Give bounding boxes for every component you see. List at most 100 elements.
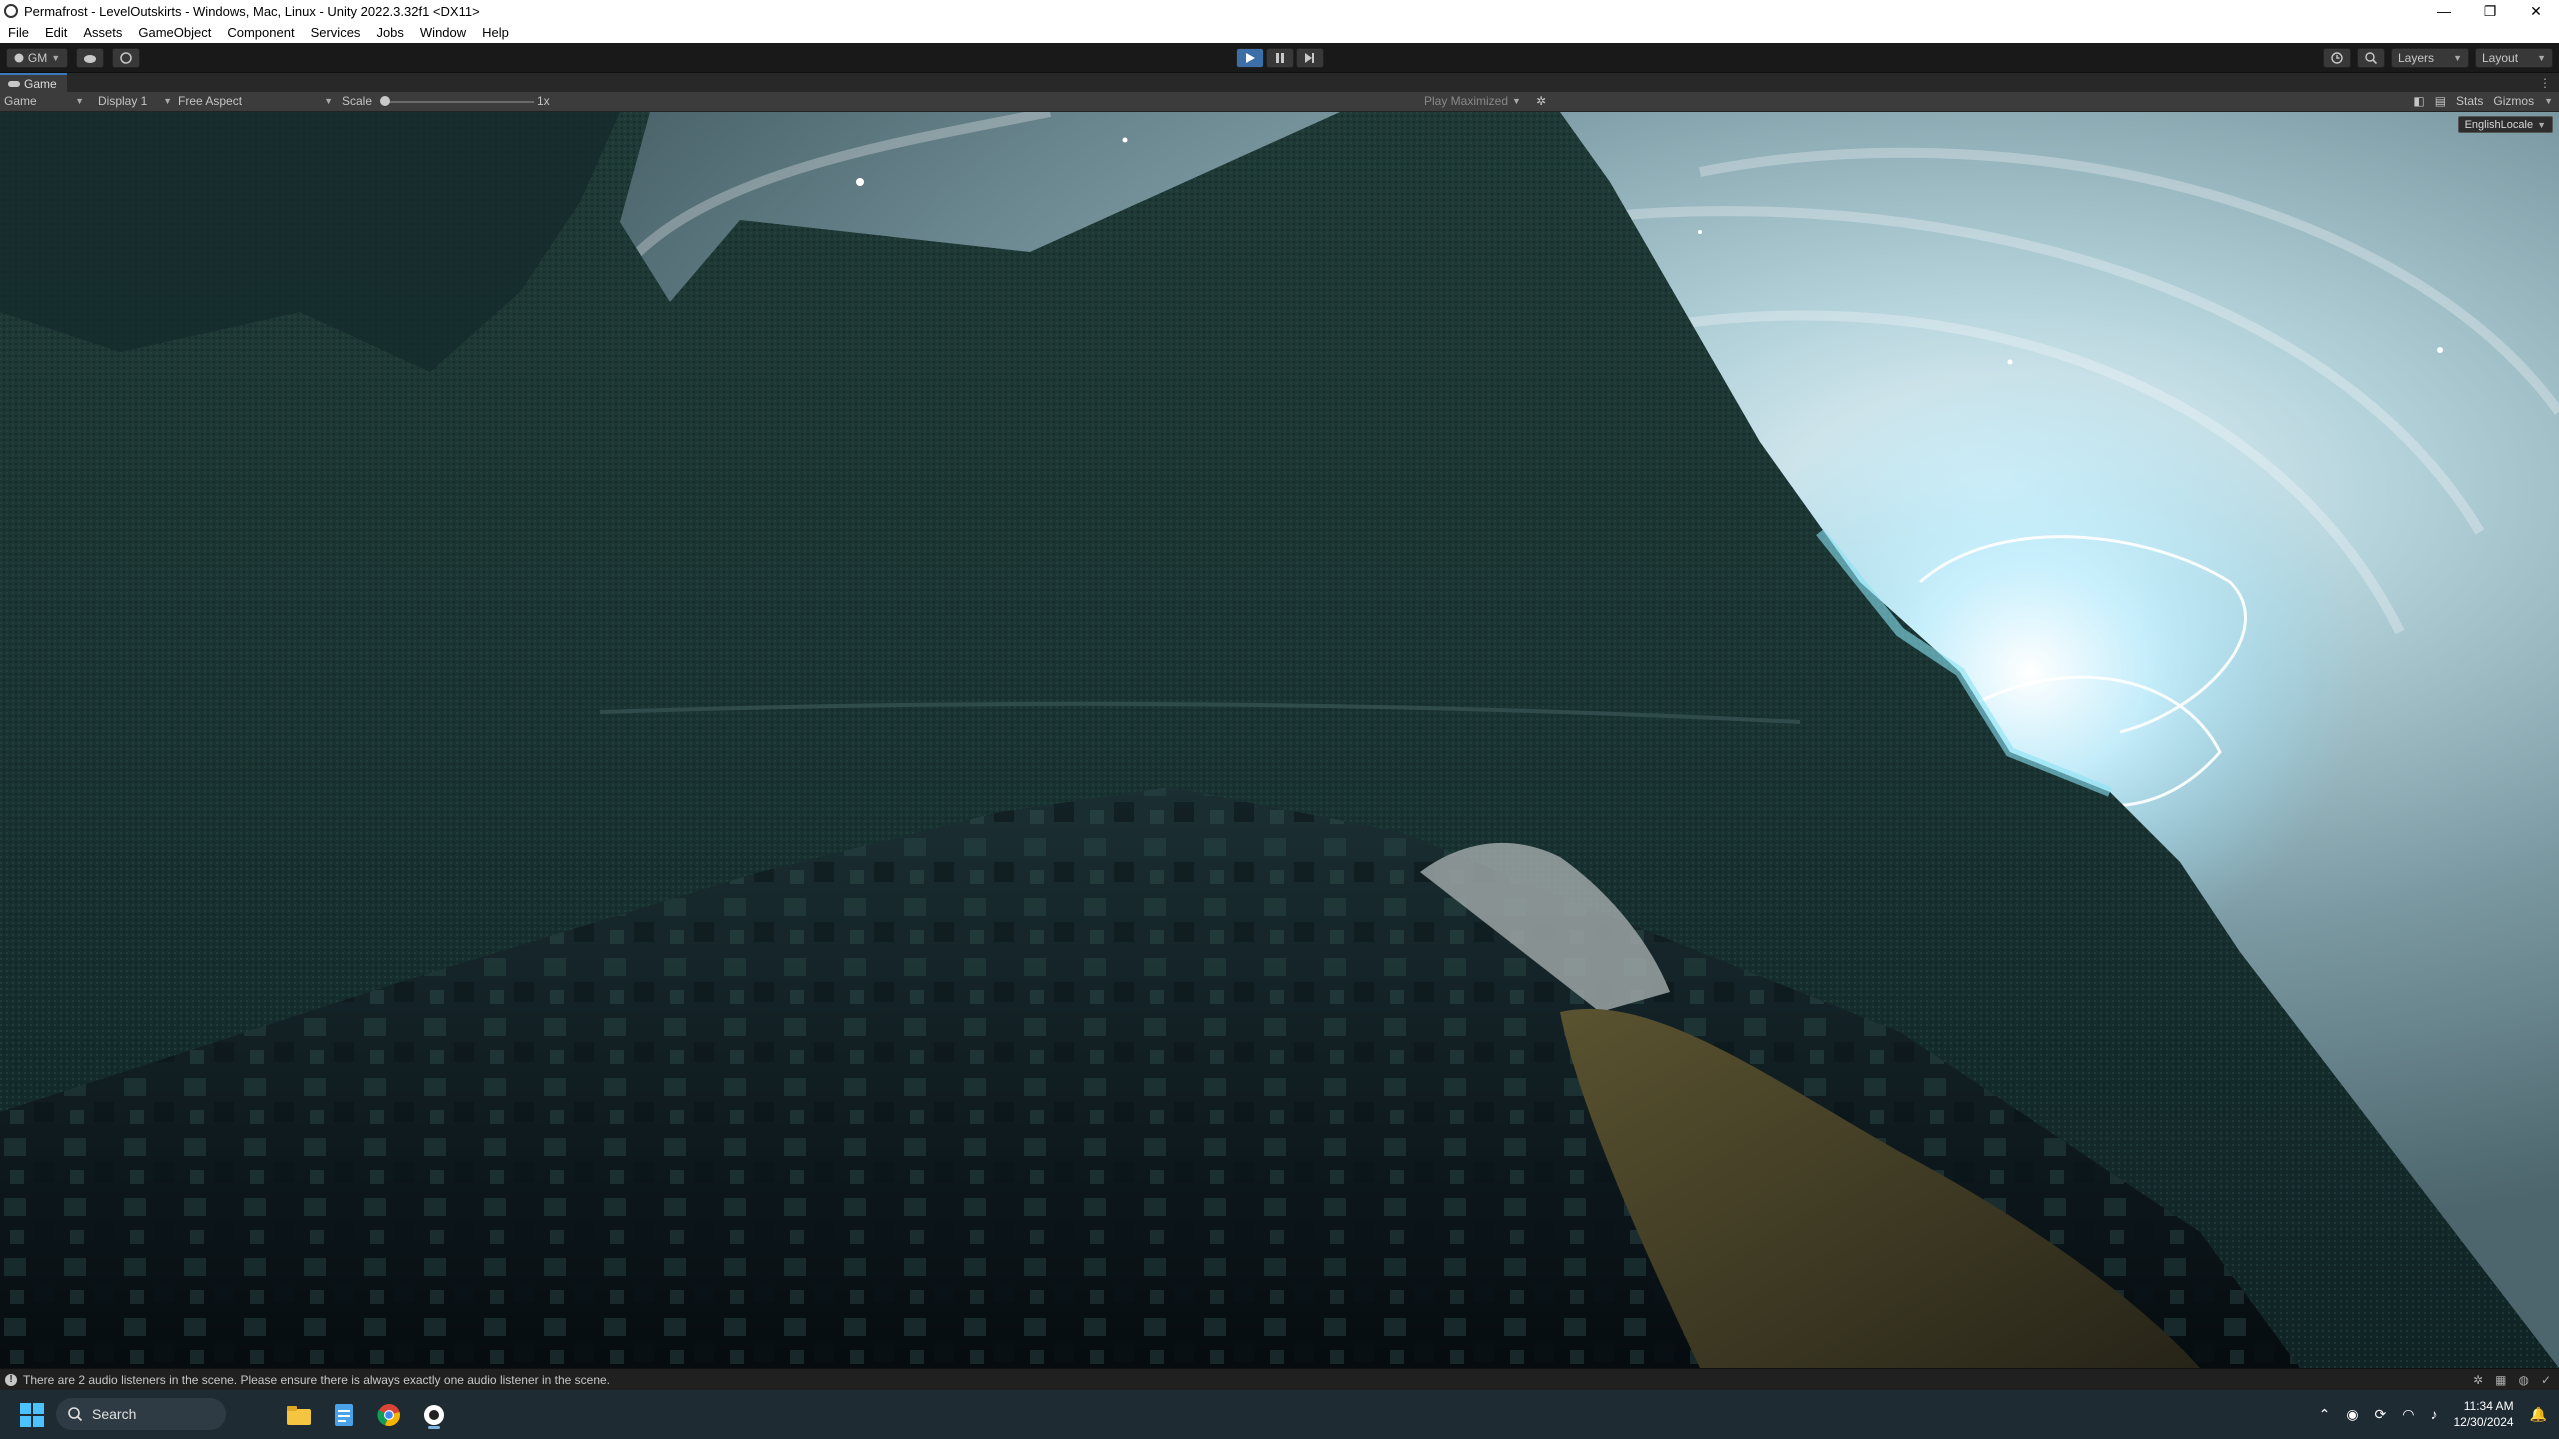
clock-time: 11:34 AM [2463,1399,2514,1413]
display-dropdown[interactable]: Display 1 ▼ [98,94,172,108]
undo-history-button[interactable] [2323,48,2351,68]
aspect-dropdown[interactable]: Free Aspect ▼ [178,94,333,108]
sync-icon[interactable]: ⟳ [2375,1406,2387,1423]
minimize-button[interactable]: — [2421,0,2467,22]
maximize-button[interactable]: ❐ [2467,0,2513,22]
play-icon [1246,53,1255,63]
toolbar-right: Layers ▼ Layout ▼ [2323,48,2553,68]
game-view-toolbar: Game ▼ Display 1 ▼ Free Aspect ▼ Scale 1… [0,92,2559,112]
history-icon [2331,52,2343,64]
audio-mute-icon[interactable]: ◧ [2413,94,2424,108]
chevron-down-icon: ▼ [2537,119,2546,130]
network-icon[interactable]: ◍ [2518,1373,2528,1387]
search-icon [2365,52,2377,64]
chrome-icon[interactable] [373,1399,405,1431]
stats-toggle[interactable]: Stats [2456,94,2483,108]
aspect-label: Free Aspect [178,94,243,108]
scale-value: 1x [537,94,550,108]
menu-gameobject[interactable]: GameObject [130,25,219,40]
view-mode-label: Game [4,94,37,108]
windows-start-button[interactable] [20,1403,44,1427]
search-placeholder: Search [92,1406,137,1422]
pause-icon [1276,53,1284,63]
layout-dropdown[interactable]: Layout ▼ [2475,48,2553,68]
chevron-down-icon: ▼ [324,96,333,106]
file-explorer-icon[interactable] [283,1399,315,1431]
game-viewport[interactable]: EnglishLocale ▼ [0,112,2559,1368]
close-button[interactable]: ✕ [2513,0,2559,22]
game-tab-bar: Game ⋮ [0,73,2559,92]
menu-help[interactable]: Help [474,25,517,40]
clock-date: 12/30/2024 [2453,1415,2514,1429]
gamepad-icon [8,80,20,87]
chevron-up-icon[interactable]: ⌃ [2319,1406,2331,1423]
volume-icon[interactable]: ♪ [2431,1406,2438,1422]
locale-dropdown[interactable]: EnglishLocale ▼ [2457,116,2553,133]
main-toolbar: GM ▼ Layers ▼ Layout ▼ [0,43,2559,73]
game-toolbar-right: ◧ ▤ Stats Gizmos ▼ [2413,94,2553,108]
chevron-down-icon: ▼ [51,53,61,63]
status-right-icons: ✲ ▦ ◍ ✓ [2473,1373,2551,1387]
menu-jobs[interactable]: Jobs [368,25,411,40]
step-icon [1305,53,1314,63]
window-controls: — ❐ ✕ [2421,0,2559,22]
debug-icon[interactable]: ✲ [2473,1373,2483,1387]
menu-window[interactable]: Window [412,25,474,40]
display-label: Display 1 [98,94,148,108]
layout-label: Layout [2482,51,2519,65]
discord-icon[interactable]: ◉ [2346,1406,2358,1423]
layers-dropdown[interactable]: Layers ▼ [2391,48,2469,68]
progress-icon[interactable]: ▦ [2495,1373,2506,1387]
cloud-icon [84,55,96,63]
menu-file[interactable]: File [0,25,37,40]
unity-taskbar-icon[interactable] [418,1399,450,1431]
menu-edit[interactable]: Edit [37,25,75,40]
menu-services[interactable]: Services [303,25,369,40]
notepad-icon[interactable] [328,1399,360,1431]
account-icon [14,53,24,63]
chevron-down-icon: ▼ [1512,96,1521,106]
taskbar: Search ⌃ ◉ ⟳ ◠ ♪ 11:34 AM 12/30/2024 🔔 [0,1390,2559,1439]
window-title: Permafrost - LevelOutskirts - Windows, M… [24,3,480,19]
scale-slider-track[interactable] [384,101,534,103]
chevron-down-icon[interactable]: ▼ [2544,96,2553,106]
search-button[interactable] [2357,48,2385,68]
chevron-down-icon: ▼ [75,96,84,106]
chevron-down-icon: ▼ [163,96,172,106]
play-mode-dropdown[interactable]: Play Maximized ▼ [1424,94,1521,108]
chevron-down-icon: ▼ [2537,53,2546,63]
account-button[interactable]: GM ▼ [6,48,68,68]
collab-icon [120,52,132,64]
menu-assets[interactable]: Assets [75,25,130,40]
view-mode-dropdown[interactable]: Game ▼ [4,94,84,108]
bug-icon[interactable]: ✲ [1536,94,1546,108]
screen: Permafrost - LevelOutskirts - Windows, M… [0,0,2559,1439]
window-titlebar: Permafrost - LevelOutskirts - Windows, M… [0,0,2559,22]
unity-logo-icon [4,4,18,18]
game-scene-render [0,112,2559,1368]
taskbar-search[interactable]: Search [56,1398,226,1430]
gizmos-toggle[interactable]: Gizmos [2493,94,2534,108]
check-icon[interactable]: ✓ [2541,1373,2551,1387]
tab-game[interactable]: Game [0,73,67,92]
playback-controls [1236,48,1324,68]
scale-slider-handle[interactable] [380,96,390,106]
notification-bell-icon[interactable]: 🔔 [2530,1406,2547,1423]
collab-button[interactable] [112,48,140,68]
menu-bar: File Edit Assets GameObject Component Se… [0,22,2559,43]
step-button[interactable] [1296,48,1324,68]
console-status-bar[interactable]: ! There are 2 audio listeners in the sce… [0,1368,2559,1390]
account-label: GM [27,51,48,65]
cloud-button[interactable] [76,48,104,68]
menu-component[interactable]: Component [219,25,302,40]
clock[interactable]: 11:34 AM 12/30/2024 [2454,1398,2514,1430]
system-tray: ⌃ ◉ ⟳ ◠ ♪ 11:34 AM 12/30/2024 🔔 [2319,1396,2547,1432]
locale-label: EnglishLocale [2464,118,2534,131]
wifi-icon[interactable]: ◠ [2402,1406,2414,1423]
pause-button[interactable] [1266,48,1294,68]
more-options-icon[interactable]: ⋮ [2539,76,2551,90]
play-button[interactable] [1236,48,1264,68]
active-app-indicator [428,1426,440,1429]
keyboard-icon[interactable]: ▤ [2435,94,2446,108]
scale-label: Scale [342,94,373,108]
